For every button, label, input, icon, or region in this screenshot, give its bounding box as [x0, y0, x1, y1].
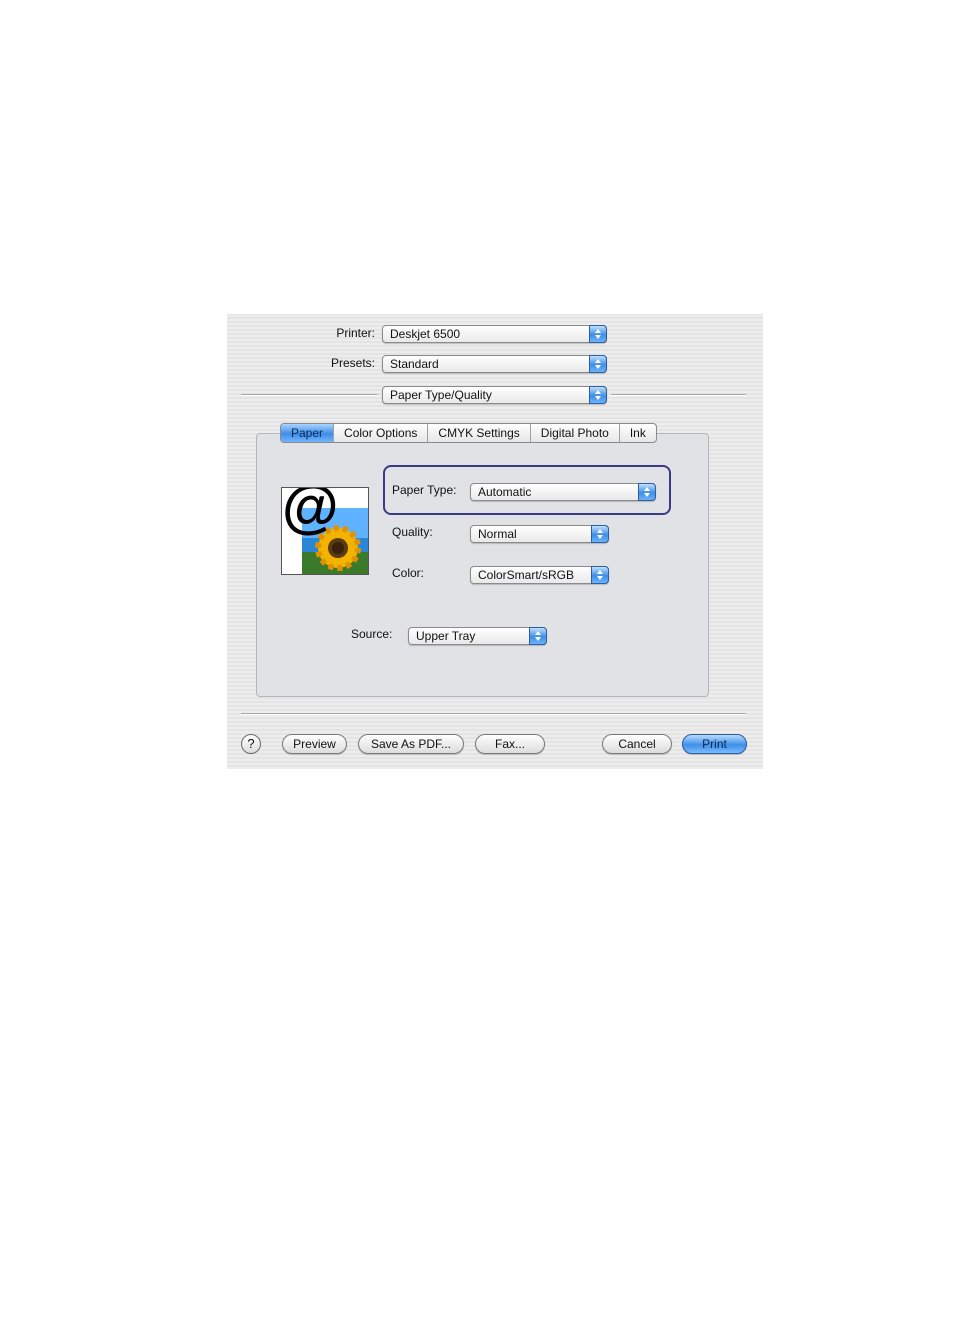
popup-arrows-icon	[529, 627, 547, 645]
popup-arrows-icon	[589, 325, 607, 343]
preview-button[interactable]: Preview	[282, 734, 347, 754]
tab-color-options[interactable]: Color Options	[333, 424, 427, 442]
popup-arrows-icon	[638, 483, 656, 501]
source-popup[interactable]: Upper Tray	[408, 627, 547, 645]
bottom-separator-line	[241, 713, 746, 715]
paper-type-popup[interactable]: Automatic	[470, 483, 656, 501]
source-label: Source:	[351, 627, 393, 641]
popup-arrows-icon	[591, 525, 609, 543]
popup-arrows-icon	[589, 355, 607, 373]
tab-paper[interactable]: Paper	[281, 424, 334, 442]
pane-selector-popup[interactable]: Paper Type/Quality	[382, 386, 607, 404]
presets-value: Standard	[390, 357, 439, 371]
quality-popup[interactable]: Normal	[470, 525, 609, 543]
help-button[interactable]: ?	[241, 734, 261, 754]
at-sign-glyph: @	[282, 487, 339, 539]
printer-label: Printer:	[336, 326, 375, 340]
tab-ink[interactable]: Ink	[618, 424, 656, 442]
popup-arrows-icon	[591, 566, 609, 584]
quality-label: Quality:	[392, 525, 433, 539]
paper-type-value: Automatic	[478, 485, 532, 499]
cancel-button[interactable]: Cancel	[602, 734, 672, 754]
tab-cmyk-settings[interactable]: CMYK Settings	[427, 424, 529, 442]
paper-type-label: Paper Type:	[392, 483, 457, 497]
presets-label: Presets:	[330, 356, 375, 370]
color-popup[interactable]: ColorSmart/sRGB	[470, 566, 609, 584]
print-button[interactable]: Print	[682, 734, 747, 754]
separator-line	[611, 394, 746, 396]
printer-popup[interactable]: Deskjet 6500	[382, 325, 607, 343]
fax-button[interactable]: Fax...	[475, 734, 545, 754]
color-label: Color:	[392, 566, 425, 580]
paper-preview-image: @	[281, 487, 369, 575]
color-value: ColorSmart/sRGB	[478, 568, 575, 582]
popup-arrows-icon	[589, 386, 607, 404]
source-value: Upper Tray	[416, 629, 476, 643]
tab-bar: Paper Color Options CMYK Settings Digita…	[280, 423, 657, 443]
tab-digital-photo[interactable]: Digital Photo	[529, 424, 619, 442]
separator-line	[241, 394, 378, 396]
quality-value: Normal	[478, 527, 517, 541]
printer-value: Deskjet 6500	[390, 327, 461, 341]
print-dialog: Printer: Deskjet 6500 Presets: Standard …	[227, 314, 763, 769]
pane-selector-value: Paper Type/Quality	[390, 388, 492, 402]
save-as-pdf-button[interactable]: Save As PDF...	[358, 734, 464, 754]
presets-popup[interactable]: Standard	[382, 355, 607, 373]
